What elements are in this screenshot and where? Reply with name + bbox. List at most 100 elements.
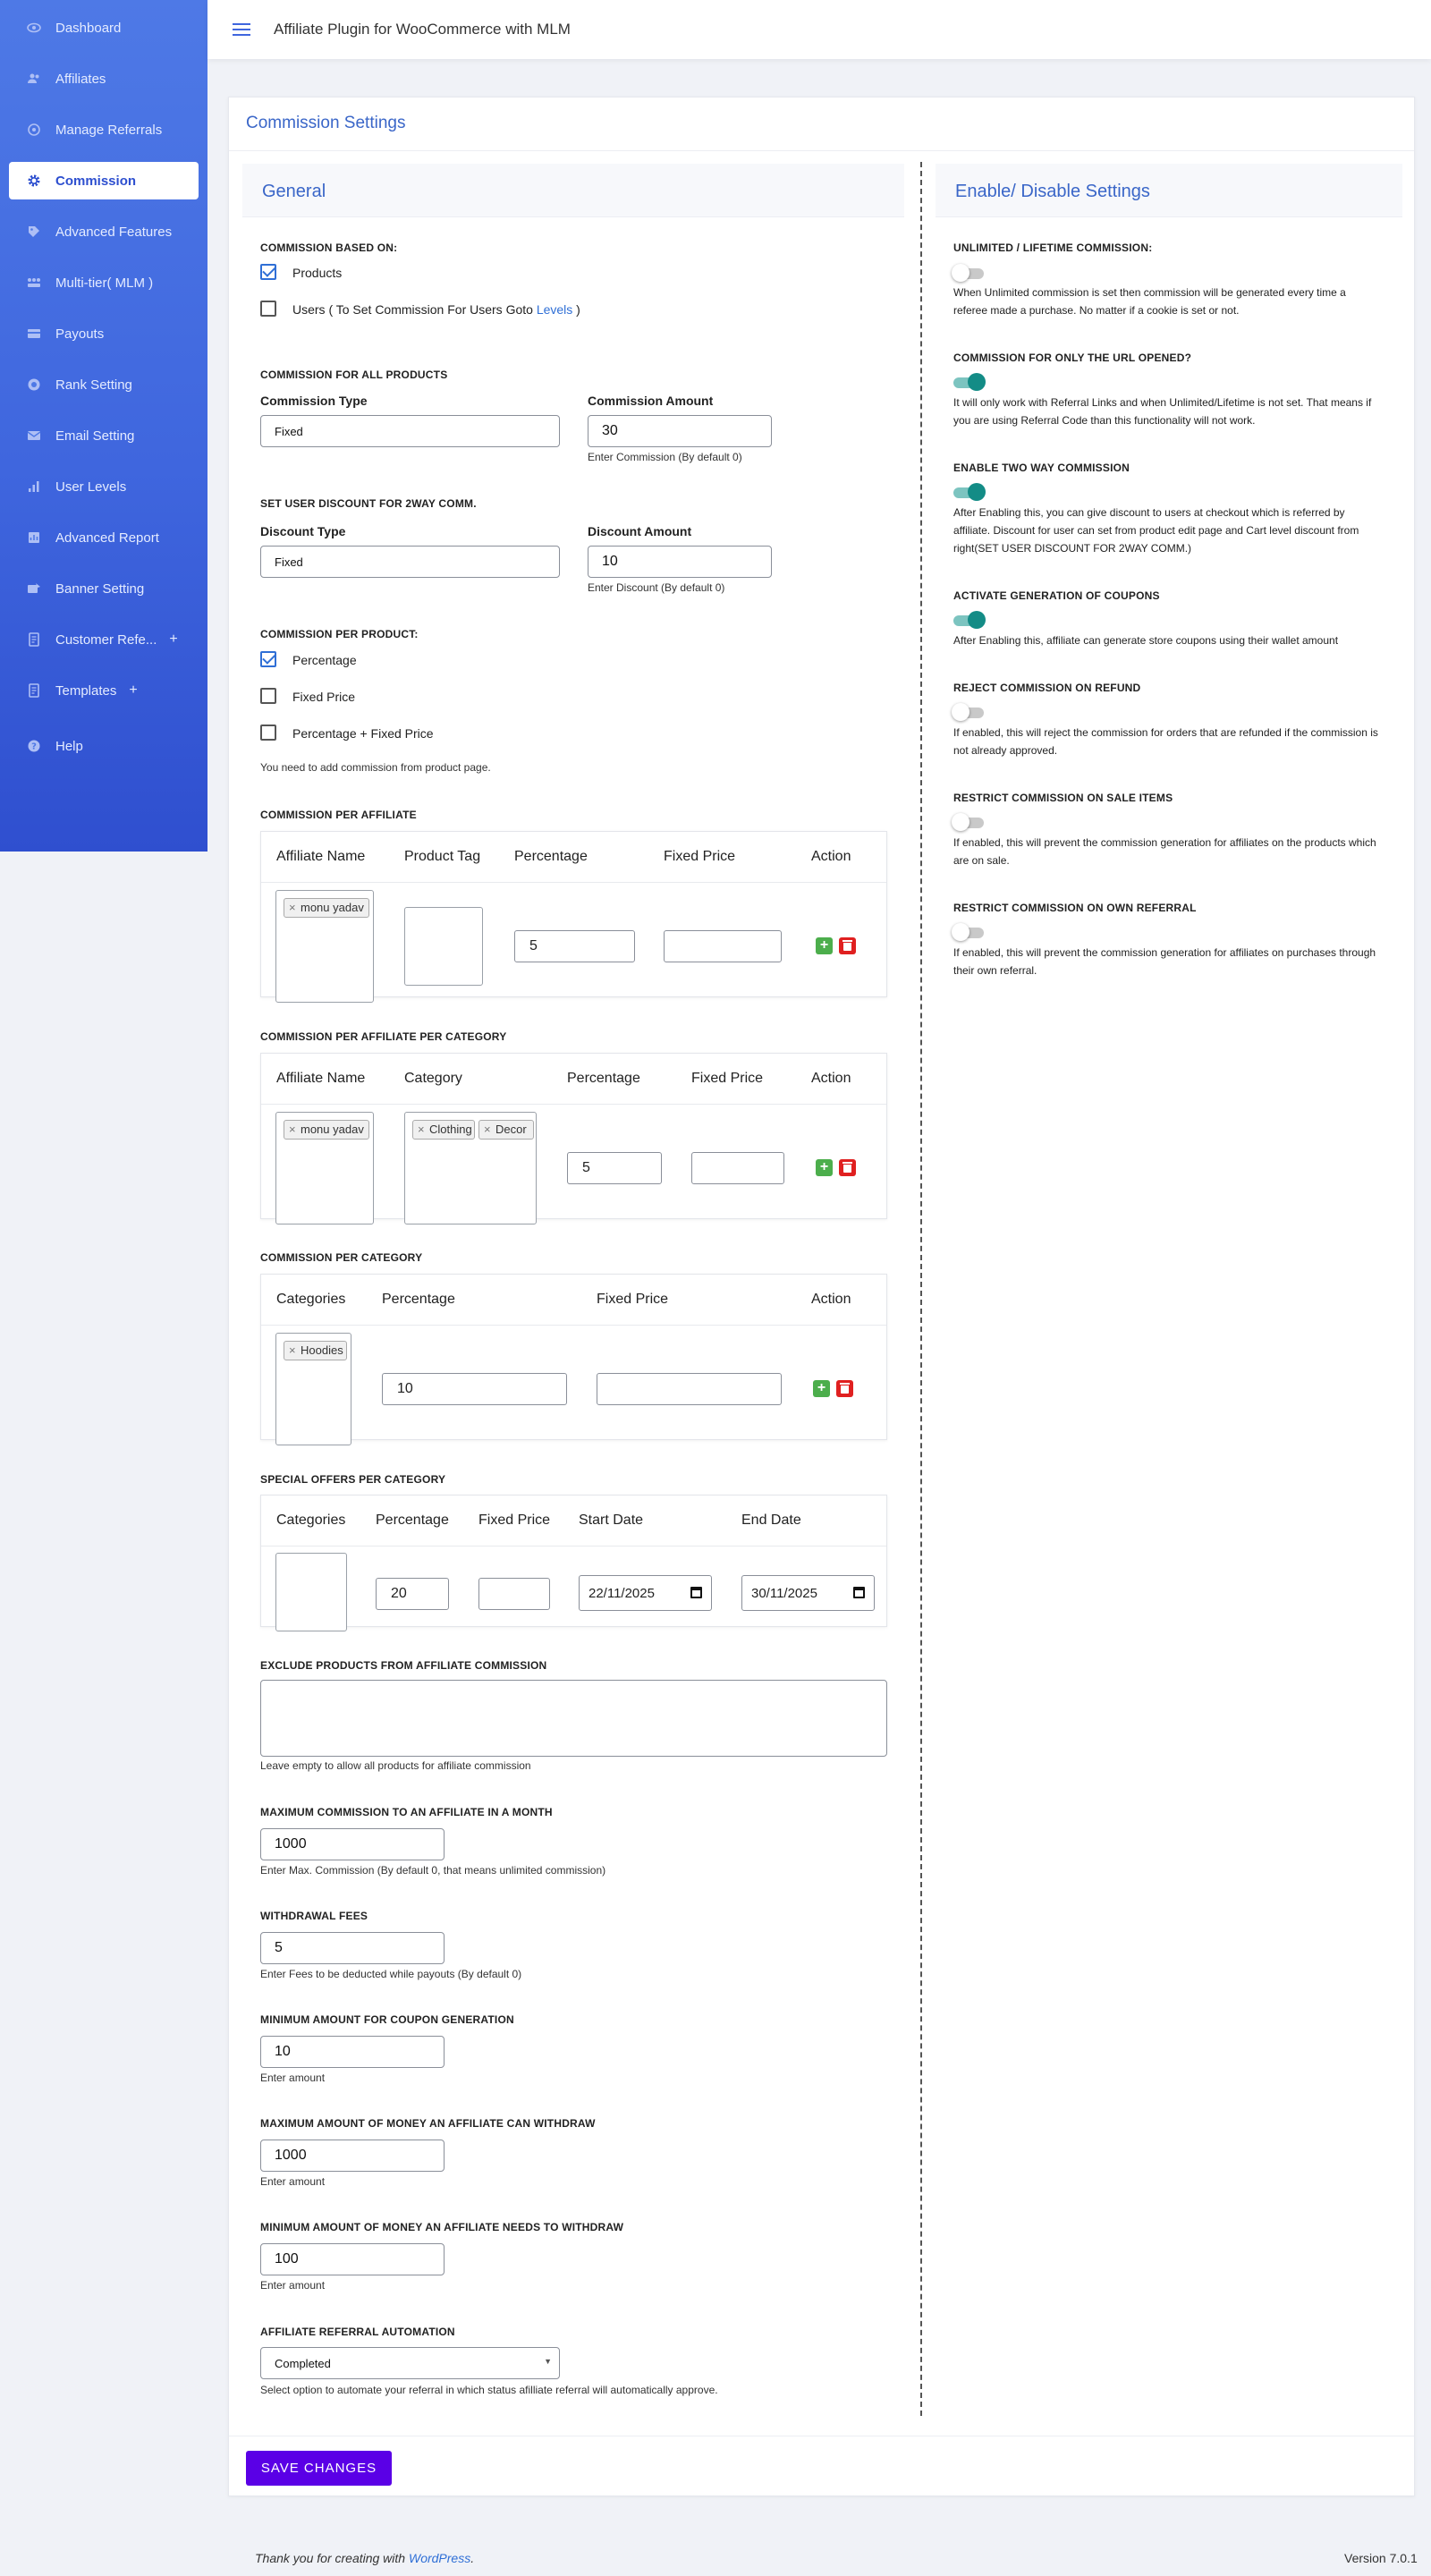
- sidebar-item-label: Affiliates: [55, 71, 106, 87]
- fixed-price-checkbox[interactable]: [260, 688, 276, 704]
- remove-tag-icon[interactable]: ×: [289, 1342, 296, 1360]
- column-header: Percentage: [514, 849, 588, 864]
- per-category-table: Categories Percentage Fixed Price Action…: [260, 1274, 887, 1445]
- add-row-button[interactable]: +: [816, 937, 833, 954]
- special-fixed-price-input[interactable]: [478, 1578, 550, 1610]
- card-header-divider: [229, 150, 1414, 151]
- percentage-fixed-checkbox[interactable]: [260, 724, 276, 741]
- sidebar-item-customer-referrals[interactable]: Customer Refe... +: [9, 621, 199, 658]
- automation-select[interactable]: Completed ▼: [260, 2347, 560, 2379]
- sidebar-item-affiliates[interactable]: Affiliates: [9, 60, 199, 97]
- own-referral-toggle[interactable]: [952, 923, 986, 941]
- category-percentage-input[interactable]: 5: [567, 1152, 662, 1184]
- special-category-select[interactable]: [275, 1553, 347, 1631]
- discount-amount-input[interactable]: 10: [588, 546, 772, 578]
- max-withdraw-input[interactable]: 1000: [260, 2140, 445, 2172]
- commission-amount-input[interactable]: 30: [588, 415, 772, 447]
- column-header: Categories: [276, 1513, 346, 1528]
- max-commission-input[interactable]: 1000: [260, 1828, 445, 1860]
- remove-tag-icon[interactable]: ×: [484, 1121, 491, 1139]
- exclude-products-label: EXCLUDE PRODUCTS FROM AFFILIATE COMMISSI…: [260, 1659, 547, 1672]
- sidebar-item-advanced-report[interactable]: Advanced Report: [9, 519, 199, 556]
- users-checkbox[interactable]: [260, 301, 276, 317]
- delete-row-button[interactable]: [839, 937, 856, 954]
- url-opened-toggle[interactable]: [952, 373, 986, 391]
- delete-row-button[interactable]: [836, 1380, 853, 1397]
- sidebar-item-banner-setting[interactable]: Banner Setting: [9, 570, 199, 607]
- menu-toggle-icon[interactable]: [233, 20, 250, 39]
- sidebar-item-user-levels[interactable]: User Levels: [9, 468, 199, 505]
- calendar-icon[interactable]: [853, 1587, 865, 1598]
- enable-panel-header: Enable/ Disable Settings: [936, 164, 1402, 217]
- per-affiliate-category-label: COMMISSION PER AFFILIATE PER CATEGORY: [260, 1030, 507, 1043]
- add-row-button[interactable]: +: [816, 1159, 833, 1176]
- sidebar-item-label: Templates: [55, 682, 117, 699]
- sidebar-item-commission[interactable]: Commission: [9, 162, 199, 199]
- card-title: Commission Settings: [246, 114, 406, 132]
- sidebar-item-rank-setting[interactable]: Rank Setting: [9, 366, 199, 403]
- sidebar-item-email-setting[interactable]: Email Setting: [9, 417, 199, 454]
- percentage-checkbox[interactable]: [260, 651, 276, 667]
- percentage-fixed-checkbox-label: Percentage + Fixed Price: [292, 726, 434, 741]
- expand-plus-icon[interactable]: +: [169, 631, 177, 648]
- withdrawal-fees-input[interactable]: 5: [260, 1932, 445, 1964]
- wordpress-link[interactable]: WordPress: [409, 2551, 470, 2565]
- bars-icon: [25, 478, 43, 496]
- end-date-input[interactable]: 30/11/2025: [741, 1575, 875, 1611]
- sidebar-item-advanced-features[interactable]: Advanced Features: [9, 213, 199, 250]
- product-tag-select[interactable]: [404, 907, 483, 986]
- category-fixed-price-input[interactable]: [691, 1152, 784, 1184]
- exclude-products-select[interactable]: [260, 1680, 887, 1757]
- calendar-icon[interactable]: [690, 1587, 702, 1598]
- sidebar-item-manage-referrals[interactable]: Manage Referrals: [9, 111, 199, 148]
- sidebar-item-multi-tier[interactable]: Multi-tier( MLM ): [9, 264, 199, 301]
- reject-refund-toggle[interactable]: [952, 703, 986, 721]
- setting-description: It will only work with Referral Links an…: [953, 396, 1372, 427]
- column-header: Start Date: [579, 1513, 644, 1528]
- remove-tag-icon[interactable]: ×: [418, 1121, 425, 1139]
- min-withdraw-input[interactable]: 100: [260, 2243, 445, 2275]
- commission-settings-card: Commission Settings General Enable/ Disa…: [228, 97, 1415, 2496]
- column-header: Category: [404, 1071, 462, 1086]
- discount-amount-label: Discount Amount: [588, 524, 692, 538]
- min-coupon-input[interactable]: 10: [260, 2036, 445, 2068]
- users-checkbox-label: Users ( To Set Commission For Users Goto…: [292, 302, 580, 317]
- two-way-commission-toggle[interactable]: [952, 483, 986, 501]
- discount-type-select[interactable]: Fixed: [260, 546, 560, 578]
- per-category-fixed-price-input[interactable]: [597, 1373, 782, 1405]
- unlimited-commission-toggle[interactable]: [952, 264, 986, 282]
- remove-tag-icon[interactable]: ×: [289, 1121, 296, 1139]
- add-row-button[interactable]: +: [813, 1380, 830, 1397]
- expand-plus-icon[interactable]: +: [129, 682, 137, 699]
- special-percentage-input[interactable]: 20: [376, 1578, 449, 1610]
- affiliate-fixed-price-input[interactable]: [664, 930, 782, 962]
- sale-items-toggle[interactable]: [952, 813, 986, 831]
- levels-link[interactable]: Levels: [537, 302, 572, 317]
- affiliate-select[interactable]: × monu yadav: [275, 890, 374, 1003]
- coupon-generation-toggle[interactable]: [952, 611, 986, 629]
- percentage-checkbox-label: Percentage: [292, 653, 357, 667]
- sidebar-item-dashboard[interactable]: Dashboard: [9, 9, 199, 47]
- category-tag[interactable]: × Decor: [478, 1120, 534, 1140]
- sidebar-item-templates[interactable]: Templates +: [9, 672, 199, 709]
- delete-row-button[interactable]: [839, 1159, 856, 1176]
- max-withdraw-label: MAXIMUM AMOUNT OF MONEY AN AFFILIATE CAN…: [260, 2117, 596, 2130]
- commission-type-select[interactable]: Fixed: [260, 415, 560, 447]
- sidebar-item-help[interactable]: ? Help: [9, 727, 199, 765]
- affiliate-tag[interactable]: × monu yadav: [284, 898, 369, 918]
- sidebar-item-label: Dashboard: [55, 20, 122, 36]
- sidebar-item-payouts[interactable]: Payouts: [9, 315, 199, 352]
- affiliate-select[interactable]: × monu yadav: [275, 1112, 374, 1224]
- category-select[interactable]: × Hoodies: [275, 1333, 351, 1445]
- affiliate-tag[interactable]: × monu yadav: [284, 1120, 369, 1140]
- per-category-percentage-input[interactable]: 10: [382, 1373, 567, 1405]
- category-tag[interactable]: × Hoodies: [284, 1341, 347, 1360]
- category-tag[interactable]: × Clothing: [412, 1120, 475, 1140]
- affiliate-percentage-input[interactable]: 5: [514, 930, 635, 962]
- remove-tag-icon[interactable]: ×: [289, 899, 296, 917]
- save-changes-button[interactable]: SAVE CHANGES: [246, 2451, 392, 2486]
- start-date-input[interactable]: 22/11/2025: [579, 1575, 712, 1611]
- sidebar-item-label: User Levels: [55, 479, 127, 495]
- products-checkbox[interactable]: [260, 264, 276, 280]
- category-select[interactable]: × Clothing × Decor: [404, 1112, 537, 1224]
